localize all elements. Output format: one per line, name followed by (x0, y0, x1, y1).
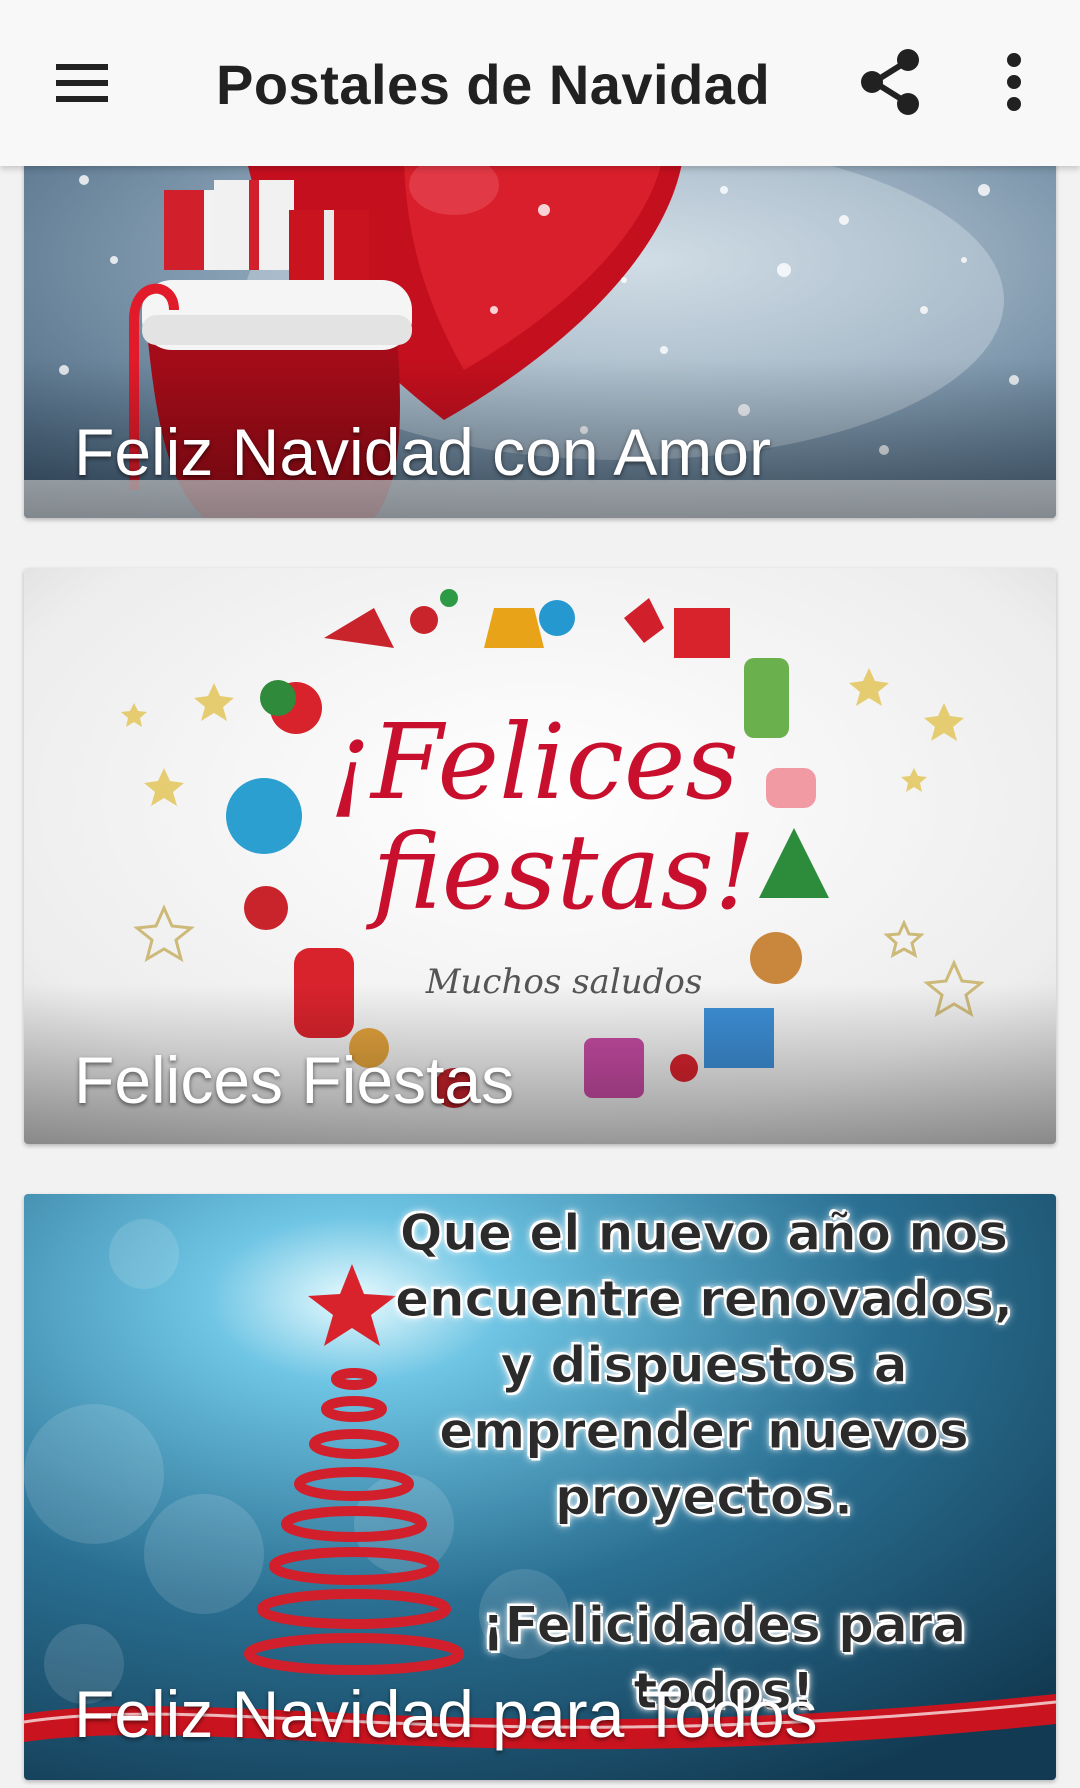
postcard-list: Feliz Navidad con Amor ¡Felices fiestas!… (0, 0, 1080, 1788)
postcard-caption: Felices Fiestas (74, 1043, 515, 1117)
art-title-line2: fiestas! (365, 811, 755, 933)
quote-line-3: y dispuestos a (500, 1336, 908, 1395)
app-title: Postales de Navidad (216, 53, 771, 116)
postcard-caption: Feliz Navidad con Amor (74, 415, 771, 489)
art-title-line1: ¡Felices (329, 701, 739, 823)
quote-line-1: Que el nuevo año nos (399, 1204, 1009, 1263)
postcard-feliz-navidad-con-amor[interactable]: Feliz Navidad con Amor (24, 150, 1056, 518)
postcard-felices-fiestas[interactable]: ¡Felices fiestas! Muchos saludos Felices… (24, 568, 1056, 1144)
share-icon[interactable] (852, 44, 928, 120)
app-bar: Postales de Navidad (0, 0, 1080, 166)
postcard-caption: Feliz Navidad para Todos (74, 1677, 818, 1751)
more-vert-icon[interactable] (984, 44, 1044, 120)
hamburger-menu-icon[interactable] (42, 48, 122, 118)
postcard-feliz-navidad-para-todos[interactable]: Que el nuevo año nos encuentre renovados… (24, 1194, 1056, 1780)
quote-line-5: proyectos. (555, 1468, 854, 1527)
quote-line-4: emprender nuevos (439, 1402, 970, 1461)
quote-line-2: encuentre renovados, (395, 1270, 1014, 1329)
